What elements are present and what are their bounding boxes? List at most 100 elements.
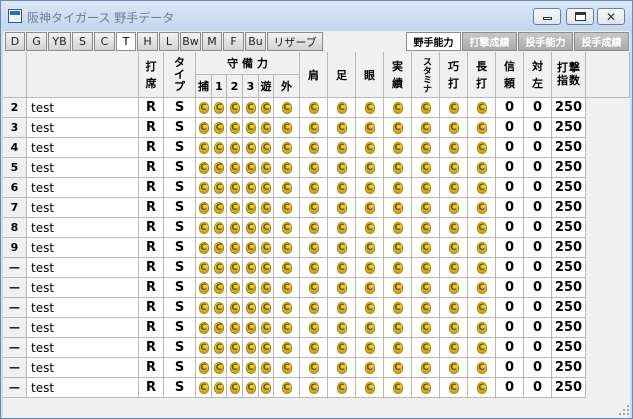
bat-side: R — [139, 338, 164, 358]
tab-l[interactable]: L — [159, 32, 179, 51]
tab-f[interactable]: F — [223, 32, 244, 51]
grade-badge-icon: C — [336, 181, 347, 194]
grade-cell: C — [328, 178, 356, 198]
kou-header[interactable]: 巧打 — [440, 52, 468, 98]
defense-sub-header[interactable]: 2 — [227, 75, 243, 98]
header-char: 撃 — [569, 60, 580, 74]
player-name[interactable]: test — [27, 338, 139, 358]
tab-m[interactable]: M — [202, 32, 222, 51]
tab-s[interactable]: S — [72, 32, 93, 51]
batter-type: S — [164, 98, 196, 118]
grade-badge-icon: C — [261, 381, 271, 394]
row-number[interactable]: 9 — [3, 238, 27, 258]
grade-badge-icon: C — [336, 241, 347, 254]
view-button-3[interactable]: 投手能力 — [518, 32, 573, 51]
defense-sub-header[interactable]: 捕 — [196, 75, 212, 98]
bat-header[interactable]: 打席 — [139, 52, 164, 98]
row-number[interactable]: — — [3, 258, 27, 278]
tab-d[interactable]: D — [5, 32, 25, 51]
grade-badge-icon: C — [245, 141, 256, 154]
defense-sub-header[interactable]: 外 — [274, 75, 300, 98]
app-icon[interactable] — [8, 9, 22, 23]
type-header[interactable]: タイプ — [164, 52, 196, 98]
tab-yb[interactable]: YB — [48, 32, 71, 51]
grade-badge-icon: C — [229, 121, 240, 134]
speed-header[interactable]: 足 — [328, 52, 356, 98]
maximize-button[interactable] — [566, 8, 594, 25]
tab-c[interactable]: C — [94, 32, 115, 51]
grade-cell: C — [440, 118, 468, 138]
player-name[interactable]: test — [27, 198, 139, 218]
defense-sub-header[interactable]: 3 — [243, 75, 259, 98]
tab-bw[interactable]: Bw — [180, 32, 201, 51]
grade-badge-icon: C — [214, 121, 224, 134]
player-name[interactable]: test — [27, 258, 139, 278]
header-char: 頼 — [504, 76, 515, 90]
player-name[interactable]: test — [27, 138, 139, 158]
grade-badge-icon: C — [364, 121, 375, 134]
defense-sub-header[interactable]: 遊 — [259, 75, 274, 98]
grade-cell: C — [356, 378, 384, 398]
view-button-1[interactable]: 野手能力 — [406, 32, 461, 51]
view-button-2[interactable]: 打撃成績 — [462, 32, 517, 51]
row-number[interactable]: — — [3, 338, 27, 358]
view-button-4[interactable]: 投手成績 — [574, 32, 629, 51]
row-number[interactable]: 7 — [3, 198, 27, 218]
shoulder-header[interactable]: 肩 — [300, 52, 328, 98]
tab-g[interactable]: G — [26, 32, 47, 51]
grade-badge-icon: C — [364, 161, 375, 174]
title-bar[interactable]: 阪神タイガース 野手データ ✕ — [1, 1, 632, 31]
header-char: プ — [174, 80, 185, 93]
player-name[interactable]: test — [27, 378, 139, 398]
batter-type: S — [164, 318, 196, 338]
player-name[interactable]: test — [27, 298, 139, 318]
grade-cell: C — [356, 218, 384, 238]
grade-cell: C — [356, 118, 384, 138]
spare-cell — [586, 278, 630, 298]
header-char: 対 — [532, 59, 543, 73]
row-number[interactable]: — — [3, 318, 27, 338]
taisa-header[interactable]: 対左 — [524, 52, 552, 98]
row-number[interactable]: — — [3, 378, 27, 398]
close-button[interactable]: ✕ — [597, 8, 625, 25]
jitsu-header[interactable]: 実績 — [384, 52, 412, 98]
player-name[interactable]: test — [27, 358, 139, 378]
grade-cell: C — [468, 238, 496, 258]
defense-header[interactable]: 守 備 力 — [196, 52, 300, 75]
row-number[interactable]: 5 — [3, 158, 27, 178]
tab-t[interactable]: T — [116, 32, 136, 51]
minimize-button[interactable] — [533, 8, 561, 25]
stamina-header[interactable]: スタミナ — [412, 52, 440, 98]
header-char: 左 — [532, 76, 543, 90]
player-name[interactable]: test — [27, 178, 139, 198]
row-number[interactable]: 2 — [3, 98, 27, 118]
grade-badge-icon: C — [336, 141, 347, 154]
grade-cell: C — [328, 98, 356, 118]
row-number[interactable]: 4 — [3, 138, 27, 158]
player-name[interactable]: test — [27, 278, 139, 298]
defense-sub-header[interactable]: 1 — [212, 75, 227, 98]
tab-h[interactable]: H — [137, 32, 158, 51]
row-number[interactable]: — — [3, 298, 27, 318]
tab-リザーブ[interactable]: リザーブ — [267, 32, 323, 51]
row-number[interactable]: 8 — [3, 218, 27, 238]
player-name[interactable]: test — [27, 118, 139, 138]
player-name[interactable]: test — [27, 98, 139, 118]
player-name[interactable]: test — [27, 318, 139, 338]
player-name[interactable]: test — [27, 158, 139, 178]
grade-badge-icon: C — [420, 361, 431, 374]
row-number[interactable]: 6 — [3, 178, 27, 198]
row-number[interactable]: 3 — [3, 118, 27, 138]
bat-index-header[interactable]: 打撃指数 — [552, 52, 586, 98]
resize-grip-icon[interactable] — [618, 404, 630, 416]
player-name[interactable]: test — [27, 238, 139, 258]
row-number[interactable]: — — [3, 278, 27, 298]
row-number[interactable]: — — [3, 358, 27, 378]
chou-header[interactable]: 長打 — [468, 52, 496, 98]
grade-cell: C — [227, 358, 243, 378]
grade-badge-icon: C — [364, 261, 375, 274]
eye-header[interactable]: 眼 — [356, 52, 384, 98]
trust-header[interactable]: 信頼 — [496, 52, 524, 98]
player-name[interactable]: test — [27, 218, 139, 238]
tab-bu[interactable]: Bu — [245, 32, 266, 51]
